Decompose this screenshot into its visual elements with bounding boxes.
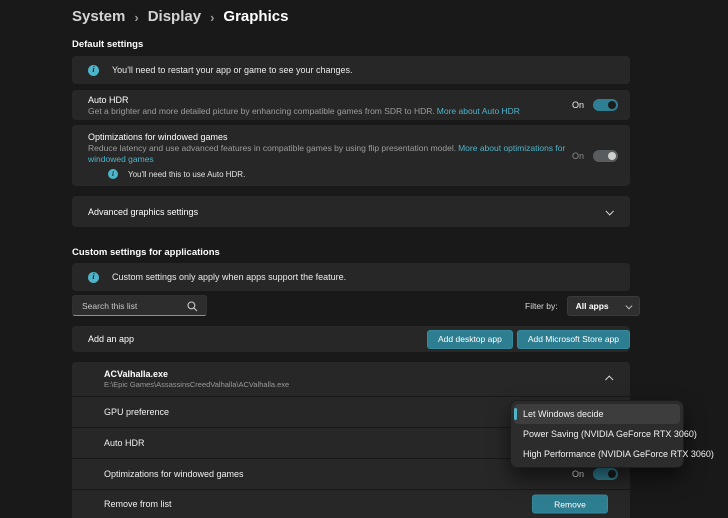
windowed-optimizations-note-text: You'll need this to use Auto HDR. [128, 169, 246, 179]
remove-from-list-row: Remove from list Remove [72, 490, 630, 518]
auto-hdr-description-text: Get a brighter and more detailed picture… [88, 106, 435, 116]
add-an-app-label: Add an app [88, 334, 135, 344]
custom-settings-notice-text: Custom settings only apply when apps sup… [112, 272, 347, 282]
app-identity: ACValhalla.exe E:\Epic Games\AssassinsCr… [104, 369, 289, 390]
breadcrumb-separator-icon: › [134, 9, 139, 25]
remove-button[interactable]: Remove [532, 494, 608, 514]
gpu-option-high-performance[interactable]: High Performance (NVIDIA GeForce RTX 306… [514, 444, 714, 464]
auto-hdr-setting-card: Auto HDR Get a brighter and more detaile… [72, 90, 630, 120]
app-card-header[interactable]: ACValhalla.exe E:\Epic Games\AssassinsCr… [72, 362, 630, 396]
app-windowed-toggle-state: On [571, 469, 584, 479]
app-name: ACValhalla.exe [104, 368, 169, 379]
auto-hdr-title: Auto HDR [88, 95, 129, 105]
filter-group: Filter by: All apps [525, 296, 640, 316]
toggle-knob [608, 470, 616, 478]
breadcrumb-item-graphics: Graphics [223, 8, 289, 25]
info-icon: i [108, 169, 118, 179]
windowed-optimizations-description-text: Reduce latency and use advanced features… [88, 143, 457, 153]
gpu-preference-label: GPU preference [104, 407, 170, 417]
app-path: E:\Epic Games\AssassinsCreedValhalla\ACV… [104, 379, 290, 389]
chevron-up-icon [605, 375, 614, 384]
app-windowed-toggle-group: On [572, 468, 618, 480]
search-box [72, 295, 207, 316]
app-auto-hdr-label: Auto HDR [104, 438, 145, 448]
filter-by-label: Filter by: [525, 301, 558, 311]
auto-hdr-toggle[interactable] [593, 99, 618, 111]
app-windowed-optimizations-toggle[interactable] [593, 468, 618, 480]
gpu-option-label: Let Windows decide [523, 409, 604, 419]
toggle-knob [608, 151, 616, 160]
advanced-graphics-settings-label: Advanced graphics settings [88, 206, 199, 217]
restart-notice-bar: i You'll need to restart your app or gam… [72, 56, 630, 84]
windowed-optimizations-toggle-group: On [571, 149, 618, 162]
filter-dropdown-value: All apps [575, 301, 609, 311]
windowed-optimizations-toggle [593, 149, 618, 162]
windowed-optimizations-description: Reduce latency and use advanced features… [88, 143, 588, 165]
gpu-option-let-windows-decide[interactable]: Let Windows decide [514, 404, 680, 424]
filter-dropdown[interactable]: All apps [566, 296, 640, 316]
windowed-optimizations-setting-card: Optimizations for windowed games Reduce … [72, 125, 630, 186]
remove-from-list-label: Remove from list [104, 499, 172, 509]
gpu-preference-dropdown-menu: Let Windows decide Power Saving (NVIDIA … [510, 400, 714, 468]
gpu-option-label: High Performance (NVIDIA GeForce RTX 306… [523, 449, 714, 459]
gpu-option-power-saving[interactable]: Power Saving (NVIDIA GeForce RTX 3060) [514, 424, 697, 444]
add-an-app-card: Add an app Add desktop app Add Microsoft… [72, 326, 630, 352]
windowed-optimizations-toggle-state: On [571, 150, 584, 161]
chevron-down-icon [625, 302, 633, 309]
custom-settings-heading: Custom settings for applications [72, 247, 220, 258]
info-icon: i [88, 64, 99, 76]
add-desktop-app-button[interactable]: Add desktop app [427, 329, 513, 349]
toggle-knob [608, 101, 616, 109]
breadcrumb: System › Display › Graphics [72, 8, 288, 25]
auto-hdr-description: Get a brighter and more detailed picture… [88, 106, 588, 117]
search-icon [187, 301, 198, 312]
add-app-buttons: Add desktop app Add Microsoft Store app [427, 329, 630, 349]
selected-accent-bar [514, 408, 517, 420]
custom-settings-notice-bar: i Custom settings only apply when apps s… [72, 263, 630, 291]
app-windowed-optimizations-label: Optimizations for windowed games [104, 469, 244, 479]
windowed-optimizations-title: Optimizations for windowed games [88, 132, 228, 142]
gpu-option-label: Power Saving (NVIDIA GeForce RTX 3060) [523, 429, 697, 439]
breadcrumb-item-system[interactable]: System [72, 8, 125, 25]
chevron-down-icon [605, 206, 614, 216]
auto-hdr-toggle-group: On [572, 99, 618, 111]
info-icon: i [88, 271, 99, 283]
default-settings-heading: Default settings [72, 39, 144, 50]
auto-hdr-learn-more-link[interactable]: More about Auto HDR [437, 106, 520, 116]
breadcrumb-item-display[interactable]: Display [148, 8, 201, 25]
auto-hdr-toggle-state: On [571, 100, 584, 110]
restart-notice-text: You'll need to restart your app or game … [112, 65, 353, 75]
advanced-graphics-settings-expander[interactable]: Advanced graphics settings [72, 196, 630, 227]
windowed-optimizations-note: i You'll need this to use Auto HDR. [108, 169, 614, 179]
breadcrumb-separator-icon: › [210, 9, 215, 25]
add-microsoft-store-app-button[interactable]: Add Microsoft Store app [516, 329, 630, 349]
